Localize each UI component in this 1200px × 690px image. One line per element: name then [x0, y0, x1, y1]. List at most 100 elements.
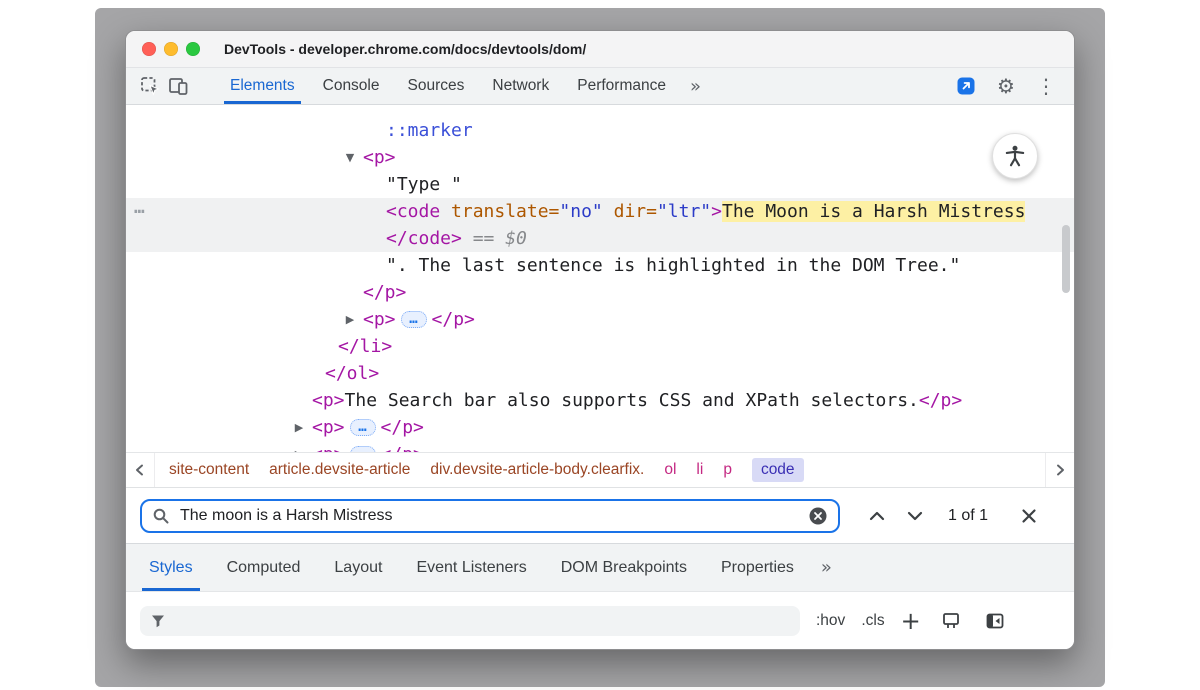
breadcrumbs-list: site-content article.devsite-article div.d…: [155, 453, 818, 487]
dom-tree-row[interactable]: <p>The Search bar also supports CSS and …: [126, 387, 1074, 414]
tab-sources[interactable]: Sources: [394, 68, 479, 104]
dom-token-tag: </ol>: [325, 363, 379, 384]
breadcrumb-item[interactable]: article.devsite-article: [269, 461, 410, 479]
sidebar-more-tabs-button[interactable]: »: [811, 557, 842, 578]
dom-token-tag: </p>: [381, 417, 424, 438]
dom-tree-row[interactable]: </li>: [126, 333, 1074, 360]
search-box: [140, 499, 840, 533]
inline-expand-button[interactable]: …: [350, 446, 376, 453]
dom-token-tag: </code>: [386, 228, 462, 249]
dom-tree-row[interactable]: "Type ": [126, 171, 1074, 198]
breadcrumb-item[interactable]: p: [723, 461, 732, 479]
dom-tree-row[interactable]: ▶<p>…</p>: [126, 306, 1074, 333]
tab-performance[interactable]: Performance: [563, 68, 680, 104]
inline-expand-button[interactable]: …: [401, 311, 427, 328]
dom-tree-row[interactable]: ". The last sentence is highlighted in t…: [126, 252, 1074, 279]
sidebar-tab-properties[interactable]: Properties: [704, 544, 811, 591]
breadcrumb-item[interactable]: li: [696, 461, 703, 479]
dom-token-tag: <p>: [312, 390, 345, 411]
dom-token-tag: >: [711, 201, 722, 222]
devtools-window: DevTools - developer.chrome.com/docs/dev…: [125, 30, 1075, 650]
dom-token-tag: </p>: [381, 444, 424, 452]
dom-tree: ::marker▼<p>"Type "⋯<code translate="no"…: [126, 105, 1074, 452]
sidebar-tabs-list: StylesComputedLayoutEvent ListenersDOM B…: [132, 544, 811, 591]
accessibility-button[interactable]: [992, 133, 1038, 179]
tab-elements[interactable]: Elements: [216, 68, 309, 104]
dom-token-text: "Type ": [386, 174, 462, 195]
expand-node-icon[interactable]: ▶: [290, 414, 308, 441]
expand-node-icon[interactable]: ▶: [341, 306, 359, 333]
breadcrumb-scroll-right-icon[interactable]: [1045, 453, 1074, 487]
breadcrumb-item[interactable]: code: [752, 458, 804, 482]
dom-tree-row[interactable]: </p>: [126, 279, 1074, 306]
breadcrumb-item[interactable]: ol: [664, 461, 676, 479]
tab-console[interactable]: Console: [309, 68, 394, 104]
sidebar-tab-styles[interactable]: Styles: [132, 544, 210, 591]
inline-expand-button[interactable]: …: [350, 419, 376, 436]
dom-token-tag: <p>: [363, 309, 396, 330]
window-title: DevTools - developer.chrome.com/docs/dev…: [224, 41, 586, 57]
previous-result-icon[interactable]: [862, 501, 892, 531]
settings-gear-icon[interactable]: ⚙: [992, 72, 1020, 100]
dom-token-dim: ==: [462, 228, 505, 249]
dom-tree-row[interactable]: ▶ <p> … </p>: [126, 441, 1074, 452]
close-search-icon[interactable]: [1014, 501, 1044, 531]
breadcrumb-scroll-left-icon[interactable]: [126, 453, 155, 487]
sidebar-tab-dom-breakpoints[interactable]: DOM Breakpoints: [544, 544, 704, 591]
element-classes-button[interactable]: .cls: [861, 612, 884, 630]
dom-token-tag: </p>: [919, 390, 962, 411]
styles-toolbar: :hov .cls +: [126, 592, 1074, 649]
close-window-button[interactable]: [142, 42, 156, 56]
toggle-sidebar-icon[interactable]: [981, 607, 1009, 635]
more-panels-button[interactable]: »: [680, 76, 711, 97]
sidebar-tab-computed[interactable]: Computed: [210, 544, 318, 591]
sidebar-tab-event-listeners[interactable]: Event Listeners: [399, 544, 543, 591]
zoom-window-button[interactable]: [186, 42, 200, 56]
person-icon: [1002, 143, 1028, 169]
styles-filter-input[interactable]: [174, 612, 790, 630]
scrollbar-thumb[interactable]: [1062, 225, 1070, 293]
dom-token-value: "no": [559, 201, 602, 222]
inspect-element-icon[interactable]: [136, 72, 164, 100]
search-input[interactable]: [178, 506, 800, 526]
toggle-element-state-button[interactable]: :hov: [816, 612, 845, 630]
clear-search-icon[interactable]: [808, 506, 828, 526]
title-bar: DevTools - developer.chrome.com/docs/dev…: [126, 31, 1074, 68]
dom-token-value: "ltr": [657, 201, 711, 222]
dom-token-tag: <p>: [312, 444, 345, 452]
new-style-rule-button[interactable]: +: [901, 609, 921, 633]
sidebar-tab-layout[interactable]: Layout: [317, 544, 399, 591]
search-bar: 1 of 1: [126, 487, 1074, 543]
dom-token-tag: <p>: [312, 417, 345, 438]
dom-tree-row[interactable]: ▼<p>: [126, 144, 1074, 171]
dom-token-tag: <code: [386, 201, 440, 222]
search-result-count: 1 of 1: [948, 507, 988, 525]
dom-token-attr: dir=: [603, 201, 657, 222]
row-overflow-menu-icon[interactable]: ⋯: [134, 198, 145, 225]
dom-token-attr: translate=: [440, 201, 559, 222]
dom-tree-row[interactable]: ::marker: [126, 117, 1074, 144]
sidebar-tabs: StylesComputedLayoutEvent ListenersDOM B…: [126, 543, 1074, 592]
dom-token-tag: </li>: [338, 336, 392, 357]
filter-funnel-icon: [150, 613, 166, 629]
dom-tree-row[interactable]: </ol>: [126, 360, 1074, 387]
minimize-window-button[interactable]: [164, 42, 178, 56]
dom-tree-row[interactable]: ⋯<code translate="no" dir="ltr">The Moon…: [126, 198, 1074, 225]
popout-icon[interactable]: [952, 72, 980, 100]
device-toolbar-icon[interactable]: [164, 72, 192, 100]
dom-tree-row[interactable]: ▶<p> … </p>: [126, 414, 1074, 441]
toolbar-tabs: ElementsConsoleSourcesNetworkPerformance: [216, 68, 680, 104]
kebab-menu-icon[interactable]: ⋮: [1032, 72, 1060, 100]
dom-token-dollar: $0: [505, 228, 527, 249]
rendering-emulation-icon[interactable]: [937, 607, 965, 635]
tab-network[interactable]: Network: [478, 68, 563, 104]
next-result-icon[interactable]: [900, 501, 930, 531]
collapse-node-icon[interactable]: ▼: [341, 144, 359, 171]
dom-tree-row[interactable]: </code> == $0: [126, 225, 1074, 252]
styles-filter-box: [140, 606, 800, 636]
dom-token-tag: <p>: [363, 147, 396, 168]
breadcrumb-item[interactable]: div.devsite-article-body.clearfix.: [430, 461, 644, 479]
dom-token-text: The Search bar also supports CSS and XPa…: [345, 390, 919, 411]
breadcrumb-item[interactable]: site-content: [169, 461, 249, 479]
expand-node-icon[interactable]: ▶: [290, 441, 308, 452]
